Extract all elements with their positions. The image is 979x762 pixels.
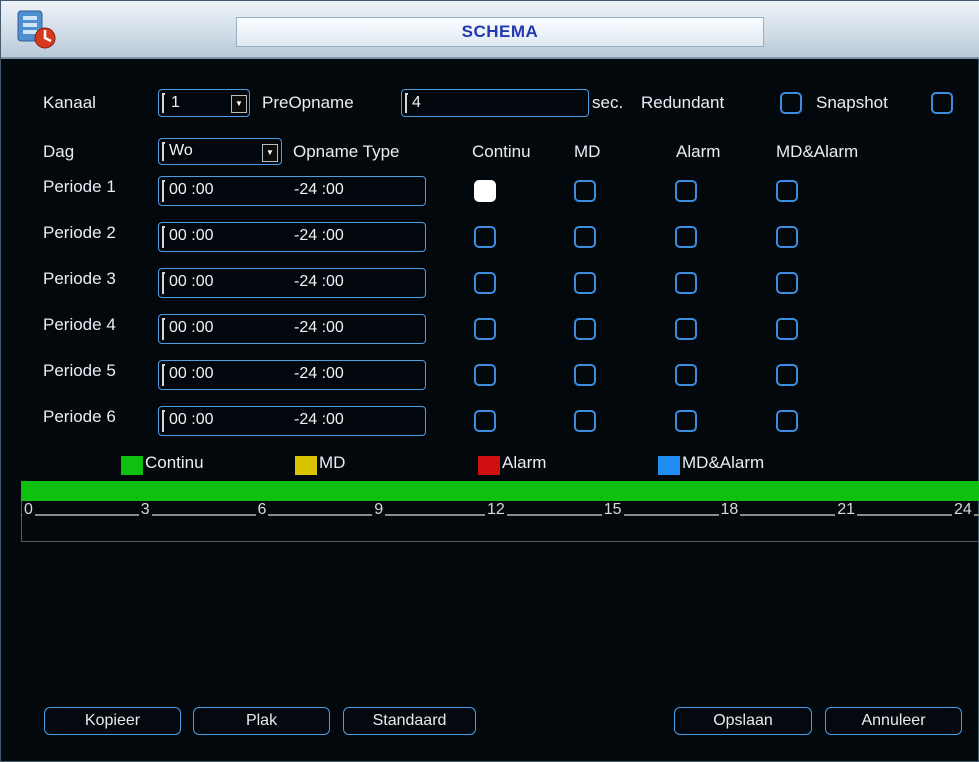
period-label: Periode 5 bbox=[43, 361, 116, 380]
period-continu-checkbox[interactable] bbox=[474, 410, 496, 432]
save-button[interactable]: Opslaan bbox=[674, 707, 812, 735]
period-time-range[interactable]: 00 :00 -24 :00 bbox=[158, 268, 426, 298]
timeline-tick-label: 3 bbox=[138, 501, 152, 519]
period-start-time[interactable]: 00 :00 bbox=[169, 407, 213, 433]
period-continu-checkbox[interactable] bbox=[474, 226, 496, 248]
timeline-tick-label: 21 bbox=[835, 501, 858, 519]
period-label: Periode 1 bbox=[43, 177, 116, 196]
legend-label: MD&Alarm bbox=[682, 453, 765, 472]
schedule-timeline-bar bbox=[21, 481, 979, 501]
period-end-time[interactable]: -24 :00 bbox=[294, 269, 344, 295]
period-start-time[interactable]: 00 :00 bbox=[169, 361, 213, 387]
period-end-time[interactable]: -24 :00 bbox=[294, 407, 344, 433]
schedule-window: SCHEMA Kanaal 1 ▼ PreOpname 4 sec. Redun… bbox=[0, 0, 979, 762]
period-md-alarm-checkbox[interactable] bbox=[776, 272, 798, 294]
period-start-time[interactable]: 00 :00 bbox=[169, 315, 213, 341]
period-md-checkbox[interactable] bbox=[574, 318, 596, 340]
period-time-range[interactable]: 00 :00 -24 :00 bbox=[158, 406, 426, 436]
period-time-range[interactable]: 00 :00 -24 :00 bbox=[158, 360, 426, 390]
cancel-button[interactable]: Annuleer bbox=[825, 707, 962, 735]
period-alarm-checkbox[interactable] bbox=[675, 226, 697, 248]
period-end-time[interactable]: -24 :00 bbox=[294, 177, 344, 203]
dvr-app-icon bbox=[17, 10, 56, 49]
prerecord-value: 4 bbox=[412, 94, 421, 111]
period-time-range[interactable]: 00 :00 -24 :00 bbox=[158, 314, 426, 344]
period-md-alarm-checkbox[interactable] bbox=[776, 410, 798, 432]
period-continu-checkbox[interactable] bbox=[474, 180, 496, 202]
period-md-checkbox[interactable] bbox=[574, 272, 596, 294]
window-title: SCHEMA bbox=[236, 17, 764, 47]
title-bar: SCHEMA bbox=[1, 1, 979, 59]
timeline-tick-label: 6 bbox=[255, 501, 269, 519]
timeline-tick-label: 24 bbox=[952, 501, 974, 519]
period-md-checkbox[interactable] bbox=[574, 180, 596, 202]
legend-label: Continu bbox=[145, 453, 204, 472]
timeline-tick-label: 0 bbox=[22, 501, 35, 519]
timeline-tick-label: 18 bbox=[718, 501, 741, 519]
timeline-tick-label: 9 bbox=[372, 501, 386, 519]
period-md-alarm-checkbox[interactable] bbox=[776, 180, 798, 202]
snapshot-checkbox[interactable] bbox=[931, 92, 953, 114]
alarm-header: Alarm bbox=[676, 142, 721, 161]
period-md-alarm-checkbox[interactable] bbox=[776, 318, 798, 340]
redundant-checkbox[interactable] bbox=[780, 92, 802, 114]
period-md-checkbox[interactable] bbox=[574, 410, 596, 432]
channel-select[interactable]: 1 ▼ bbox=[158, 89, 250, 117]
day-value: Wo bbox=[169, 142, 193, 159]
legend-swatch bbox=[121, 456, 143, 475]
period-md-checkbox[interactable] bbox=[574, 226, 596, 248]
sec-label: sec. bbox=[592, 93, 624, 112]
period-md-alarm-checkbox[interactable] bbox=[776, 364, 798, 386]
paste-button[interactable]: Plak bbox=[193, 707, 330, 735]
legend-swatch bbox=[658, 456, 680, 475]
period-label: Periode 4 bbox=[43, 315, 116, 334]
dropdown-arrow-icon[interactable]: ▼ bbox=[262, 144, 278, 162]
period-start-time[interactable]: 00 :00 bbox=[169, 269, 213, 295]
period-continu-checkbox[interactable] bbox=[474, 318, 496, 340]
prerecord-input[interactable]: 4 bbox=[401, 89, 589, 117]
legend-label: MD bbox=[319, 453, 346, 472]
period-md-alarm-checkbox[interactable] bbox=[776, 226, 798, 248]
period-label: Periode 6 bbox=[43, 407, 116, 426]
period-alarm-checkbox[interactable] bbox=[675, 180, 697, 202]
period-end-time[interactable]: -24 :00 bbox=[294, 315, 344, 341]
copy-button[interactable]: Kopieer bbox=[44, 707, 181, 735]
snapshot-label: Snapshot bbox=[816, 93, 888, 112]
period-time-range[interactable]: 00 :00 -24 :00 bbox=[158, 176, 426, 206]
period-alarm-checkbox[interactable] bbox=[675, 410, 697, 432]
period-continu-checkbox[interactable] bbox=[474, 272, 496, 294]
md-header: MD bbox=[574, 142, 601, 161]
period-md-checkbox[interactable] bbox=[574, 364, 596, 386]
continu-header: Continu bbox=[472, 142, 531, 161]
period-alarm-checkbox[interactable] bbox=[675, 272, 697, 294]
period-start-time[interactable]: 00 :00 bbox=[169, 177, 213, 203]
period-end-time[interactable]: -24 :00 bbox=[294, 223, 344, 249]
legend-swatch bbox=[295, 456, 317, 475]
timeline-tick-label: 12 bbox=[485, 501, 507, 519]
period-continu-checkbox[interactable] bbox=[474, 364, 496, 386]
day-select[interactable]: Wo ▼ bbox=[158, 138, 282, 165]
default-button[interactable]: Standaard bbox=[343, 707, 476, 735]
channel-label: Kanaal bbox=[43, 93, 96, 112]
timeline-tick-label: 15 bbox=[601, 501, 624, 519]
legend-swatch bbox=[478, 456, 500, 475]
channel-value: 1 bbox=[171, 94, 180, 111]
period-alarm-checkbox[interactable] bbox=[675, 318, 697, 340]
md-alarm-header: MD&Alarm bbox=[776, 142, 859, 161]
prerecord-label: PreOpname bbox=[262, 93, 354, 112]
dropdown-arrow-icon[interactable]: ▼ bbox=[231, 95, 247, 113]
period-end-time[interactable]: -24 :00 bbox=[294, 361, 344, 387]
period-label: Periode 3 bbox=[43, 269, 116, 288]
period-time-range[interactable]: 00 :00 -24 :00 bbox=[158, 222, 426, 252]
period-label: Periode 2 bbox=[43, 223, 116, 242]
period-alarm-checkbox[interactable] bbox=[675, 364, 697, 386]
period-start-time[interactable]: 00 :00 bbox=[169, 223, 213, 249]
record-type-header: Opname Type bbox=[293, 142, 400, 161]
redundant-label: Redundant bbox=[641, 93, 725, 112]
day-label: Dag bbox=[43, 142, 75, 161]
legend-label: Alarm bbox=[502, 453, 547, 472]
